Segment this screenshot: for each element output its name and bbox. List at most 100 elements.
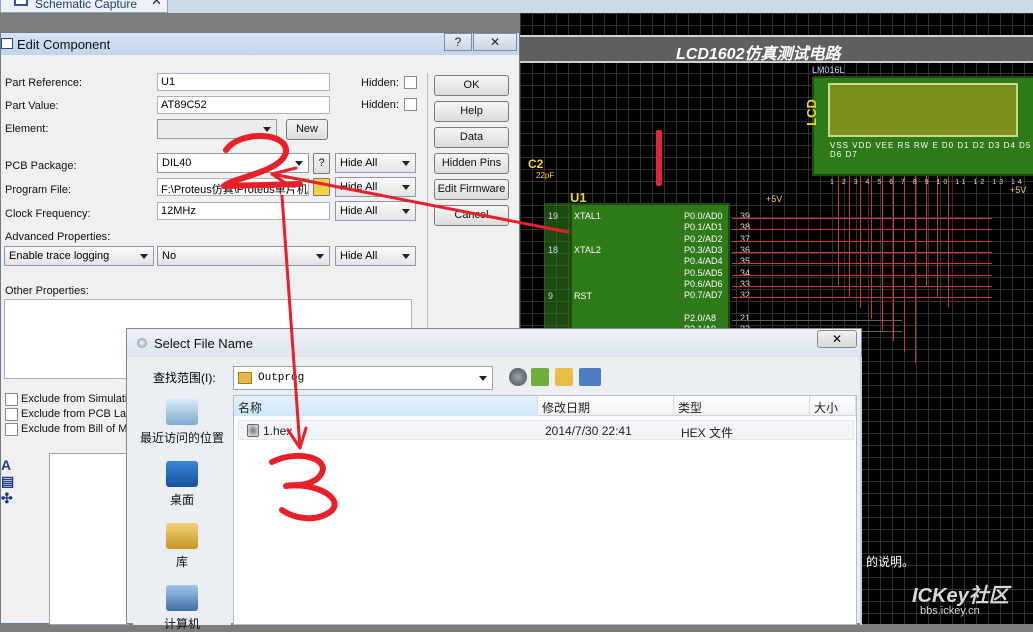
- look-in-label: 查找范围(I):: [153, 371, 216, 385]
- advanced-property-select[interactable]: Enable trace logging: [4, 246, 154, 266]
- schematic-wire: [937, 176, 938, 297]
- red-component-bar[interactable]: [656, 130, 662, 186]
- cancel-button[interactable]: Cancel: [434, 205, 509, 226]
- mcu-pin-name: P0.4/AD4: [684, 256, 723, 267]
- pcb-help-button[interactable]: ?: [313, 153, 330, 174]
- hidden-ref-checkbox[interactable]: [404, 76, 417, 89]
- place-library[interactable]: 库: [133, 523, 231, 570]
- dialog-icon: [137, 338, 147, 348]
- schematic-wire: [915, 176, 916, 363]
- file-name: 1.hex: [263, 424, 293, 438]
- place-library-label: 库: [175, 555, 188, 569]
- lcd-screen: [828, 83, 1018, 137]
- schematic-wire: [732, 320, 902, 321]
- mcu-pin-number: 37: [740, 233, 751, 244]
- chevron-down-icon: [295, 161, 303, 166]
- place-desktop[interactable]: 桌面: [133, 461, 231, 508]
- place-recent[interactable]: 最近访问的位置: [133, 399, 231, 446]
- schematic-wire: [904, 176, 905, 352]
- close-dialog-button[interactable]: ✕: [473, 33, 517, 51]
- select-file-title: Select File Name: [154, 336, 253, 351]
- column-type[interactable]: 类型: [674, 396, 810, 416]
- program-hide-select[interactable]: Hide All: [335, 177, 416, 197]
- mcu-pin-name: P0.3/AD3: [684, 244, 723, 255]
- program-file-input[interactable]: F:\Proteus仿真\Proteus单片机: [157, 178, 309, 196]
- exclude-simulation-checkbox[interactable]: [5, 393, 18, 406]
- chevron-down-icon: [402, 209, 410, 214]
- annotation-2: 2: [0, 0, 1, 1]
- edit-dialog-title: Edit Component: [17, 37, 111, 52]
- schematic-wire: [838, 176, 839, 286]
- mcu-pin-number: 32: [740, 290, 751, 301]
- chevron-down-icon: [316, 254, 324, 259]
- schematic-wire: [948, 176, 949, 308]
- file-row[interactable]: 1.hex 2014/7/30 22:41 HEX 文件: [238, 420, 854, 440]
- look-in-combo[interactable]: Outprog: [233, 366, 493, 390]
- select-file-titlebar[interactable]: Select File Name: [127, 329, 861, 357]
- help-button[interactable]: Help: [434, 101, 509, 122]
- schematic-capture-tab[interactable]: Schematic Capture ✕: [0, 0, 168, 13]
- advanced-hide-select[interactable]: Hide All: [335, 246, 416, 266]
- mcu-pin-number: 18: [548, 245, 559, 255]
- clock-hide-select[interactable]: Hide All: [335, 201, 416, 221]
- part-reference-input[interactable]: U1: [157, 73, 330, 91]
- view-menu-icon[interactable]: [579, 368, 601, 386]
- preview-panel: [49, 453, 129, 625]
- help-title-button[interactable]: ?: [444, 33, 472, 51]
- chevron-down-icon: [140, 254, 148, 259]
- place-computer[interactable]: 计算机: [133, 585, 231, 632]
- browse-folder-icon[interactable]: [313, 178, 330, 196]
- column-name[interactable]: 名称: [234, 396, 538, 416]
- schematic-wire: [732, 229, 992, 231]
- watermark-url: bbs.ickey.cn: [920, 605, 980, 617]
- edit-firmware-button[interactable]: Edit Firmware: [434, 179, 509, 200]
- close-tab-icon[interactable]: ✕: [151, 0, 162, 9]
- new-element-button[interactable]: New: [286, 119, 328, 140]
- schematic-wire: [732, 297, 992, 299]
- close-file-dialog-button[interactable]: ✕: [817, 330, 857, 348]
- part-value-input[interactable]: AT89C52: [157, 96, 330, 114]
- mcu-pin-number: 34: [740, 267, 751, 278]
- up-folder-icon[interactable]: [531, 368, 549, 386]
- mcu-pin-name: XTAL2: [574, 245, 601, 255]
- hex-file-icon: [247, 424, 259, 437]
- pcb-hide-select[interactable]: Hide All: [335, 153, 416, 173]
- place-desktop-label: 桌面: [169, 493, 194, 507]
- lcd-pin-labels: VSS VDD VEE RS RW E D0 D1 D2 D3 D4 D5 D6…: [830, 141, 1032, 159]
- column-size[interactable]: 大小: [810, 396, 856, 416]
- clock-frequency-input[interactable]: 12MHz: [157, 202, 330, 220]
- schematic-title: LCD1602仿真测试电路: [676, 46, 841, 63]
- advanced-properties-label: Advanced Properties:: [5, 231, 111, 243]
- place-recent-label: 最近访问的位置: [139, 431, 224, 445]
- exclude-simulation-label: Exclude from Simulation: [21, 393, 140, 405]
- back-icon[interactable]: [509, 368, 527, 386]
- hidden-pins-button[interactable]: Hidden Pins: [434, 153, 509, 174]
- advanced-value-select[interactable]: No: [157, 246, 330, 266]
- mcu-pin-number: 33: [740, 278, 751, 289]
- data-button[interactable]: Data: [434, 127, 509, 148]
- places-bar: 最近访问的位置 桌面 库 计算机: [133, 395, 231, 631]
- pcb-package-select[interactable]: DIL40: [157, 153, 309, 173]
- new-folder-icon[interactable]: [555, 368, 573, 386]
- exclude-pcb-checkbox[interactable]: [5, 408, 18, 421]
- hidden-label-ref: Hidden:: [361, 77, 399, 89]
- element-select[interactable]: [157, 119, 277, 139]
- lcd-part-name: LM016L: [812, 65, 845, 75]
- ok-button[interactable]: OK: [434, 75, 509, 96]
- lcd-label: LCD: [803, 99, 819, 126]
- c2-value: 22pF: [536, 171, 555, 180]
- library-icon: [166, 523, 198, 549]
- c2-label: C2: [528, 157, 544, 171]
- file-list[interactable]: 名称 修改日期 类型 大小 1.hex 2014/7/30 22:41 HEX …: [233, 395, 857, 625]
- recent-places-icon: [166, 399, 198, 425]
- hidden-label-value: Hidden:: [361, 99, 399, 111]
- mcu-pin-name: P2.0/A8: [684, 313, 717, 323]
- hidden-value-checkbox[interactable]: [404, 98, 417, 111]
- toolbar-side-icons[interactable]: A ▤ ✣: [1, 457, 15, 517]
- exclude-bom-checkbox[interactable]: [5, 423, 18, 436]
- edit-dialog-titlebar[interactable]: Edit Component ? ✕: [1, 33, 519, 55]
- mcu-pin-number: 9: [548, 291, 554, 301]
- column-date[interactable]: 修改日期: [538, 396, 674, 416]
- other-properties-label: Other Properties:: [5, 285, 89, 297]
- file-list-header: 名称 修改日期 类型 大小: [234, 396, 856, 416]
